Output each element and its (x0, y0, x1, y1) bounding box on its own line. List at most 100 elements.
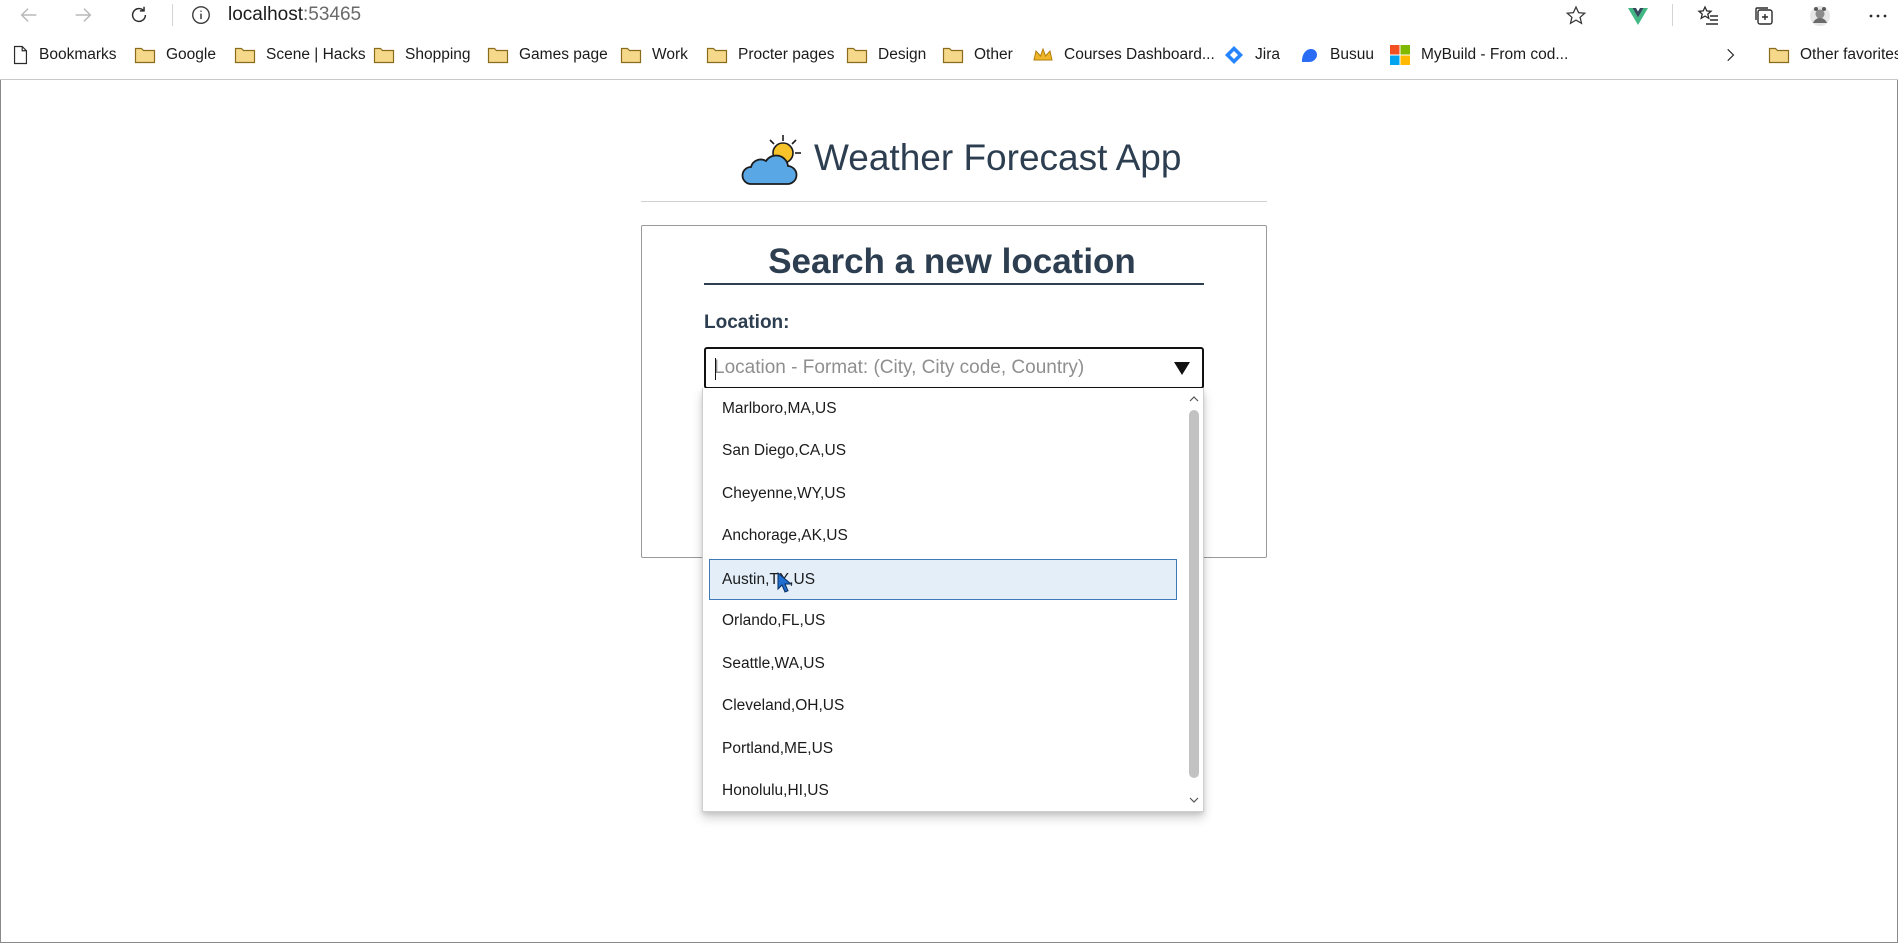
app-header: Weather Forecast App (641, 126, 1267, 202)
option-label: Orlando,FL,US (722, 611, 826, 629)
scroll-up-button[interactable] (1186, 391, 1202, 405)
bookmark-label: Other (974, 46, 1013, 63)
microsoft-icon (1390, 45, 1410, 65)
option-label: Portland,ME,US (722, 739, 834, 757)
folder-icon (134, 47, 156, 64)
suggestion-option[interactable]: Cleveland,OH,US (709, 685, 1177, 726)
bookmark-label: Design (878, 46, 927, 63)
folder-icon (942, 47, 964, 64)
bookmark-bookmarks[interactable]: Bookmarks (12, 44, 117, 66)
bookmark-other[interactable]: Other (942, 44, 1013, 66)
info-icon[interactable] (190, 4, 212, 26)
more-dots-icon (1869, 14, 1887, 18)
forward-arrow-icon (75, 8, 92, 22)
suggestion-option[interactable]: Portland,ME,US (709, 728, 1177, 769)
mouse-pointer-icon (777, 572, 793, 593)
folder-icon (620, 47, 642, 64)
bookmark-procter-pages[interactable]: Procter pages (706, 44, 835, 66)
suggestion-option[interactable]: Cheyenne,WY,US (709, 473, 1177, 514)
bookmark-design[interactable]: Design (846, 44, 926, 66)
forward-button[interactable] (70, 2, 96, 28)
suggestion-option[interactable]: Seattle,WA,US (709, 643, 1177, 684)
location-combobox[interactable] (704, 347, 1204, 389)
bookmark-label: Procter pages (738, 46, 835, 63)
collections-icon (1755, 7, 1773, 25)
option-label: San Diego,CA,US (722, 441, 847, 459)
bookmark-label: Work (652, 46, 688, 63)
bookmark-google[interactable]: Google (134, 44, 216, 66)
toolbar-divider (172, 4, 173, 26)
location-label: Location: (704, 312, 790, 333)
favorite-star-button[interactable] (1562, 2, 1590, 30)
vue-devtools-extension[interactable] (1624, 2, 1652, 30)
location-input[interactable] (714, 349, 1154, 387)
bookmark-label: Jira (1255, 46, 1280, 63)
back-button[interactable] (16, 2, 42, 28)
search-heading: Search a new location (768, 242, 1136, 281)
bookmark-busuu[interactable]: Busuu (1298, 44, 1374, 66)
crown-icon (1033, 47, 1053, 61)
toolbar-divider (1672, 4, 1673, 26)
scrollbar-thumb[interactable] (1189, 410, 1199, 778)
scroll-down-button[interactable] (1186, 793, 1202, 807)
suggestion-option[interactable]: Orlando,FL,US (709, 600, 1177, 641)
page-icon (13, 45, 28, 65)
dropdown-arrow-icon[interactable] (1173, 360, 1191, 376)
profile-button[interactable] (1806, 2, 1834, 30)
bookmark-label: Busuu (1330, 46, 1374, 63)
address-bar[interactable]: localhost:53465 (190, 0, 361, 30)
bookmark-shopping[interactable]: Shopping (373, 44, 471, 66)
bookmark-games-page[interactable]: Games page (487, 44, 608, 66)
star-icon (1565, 5, 1587, 25)
back-arrow-icon (20, 8, 37, 22)
chevron-down-icon (1189, 797, 1199, 803)
suggestion-option[interactable]: Honolulu,HI,US (709, 770, 1177, 811)
bookmark-label: Google (166, 46, 216, 63)
folder-icon (373, 47, 395, 64)
bookmark-mybuild[interactable]: MyBuild - From cod... (1389, 44, 1568, 66)
bookmark-label: Games page (519, 46, 608, 63)
header-divider (641, 201, 1267, 202)
bookmark-label: Scene | Hacks (266, 46, 366, 63)
heading-underline (704, 283, 1204, 285)
vue-icon (1628, 8, 1648, 25)
bookmark-label: MyBuild - From cod... (1421, 46, 1569, 63)
favorites-button[interactable] (1694, 2, 1722, 30)
favorites-list-icon (1697, 5, 1718, 25)
url-host: localhost (228, 4, 303, 25)
folder-icon (1768, 47, 1790, 64)
bookmark-label: Courses Dashboard... (1064, 46, 1215, 63)
refresh-icon (131, 6, 147, 23)
bookmark-jira[interactable]: Jira (1223, 44, 1280, 66)
app-title: Weather Forecast App (814, 137, 1182, 178)
bookmarks-overflow-button[interactable] (1722, 44, 1750, 66)
collections-button[interactable] (1750, 2, 1778, 30)
suggestion-option[interactable]: Anchorage,AK,US (709, 515, 1177, 556)
option-label: Anchorage,AK,US (722, 526, 848, 544)
bookmark-work[interactable]: Work (620, 44, 688, 66)
option-label: Cleveland,OH,US (722, 696, 845, 714)
suggestions-dropdown: Marlboro,MA,US San Diego,CA,US Cheyenne,… (702, 388, 1204, 812)
text-caret (715, 358, 716, 380)
folder-icon (846, 47, 868, 64)
option-label: Austin,TX,US (722, 570, 816, 588)
suggestion-option[interactable]: San Diego,CA,US (709, 430, 1177, 471)
option-label: Cheyenne,WY,US (722, 484, 846, 502)
option-label: Honolulu,HI,US (722, 781, 829, 799)
browser-toolbar: localhost:53465 (0, 0, 1898, 30)
settings-more-button[interactable] (1864, 2, 1892, 30)
folder-icon (234, 47, 256, 64)
bookmark-scene-hacks[interactable]: Scene | Hacks (234, 44, 366, 66)
url-text[interactable]: localhost:53465 (228, 4, 361, 26)
jira-icon (1225, 46, 1243, 64)
refresh-button[interactable] (126, 2, 152, 28)
bookmark-label: Other favorites (1800, 46, 1898, 63)
bookmark-other-favorites[interactable]: Other favorites (1768, 44, 1898, 66)
bookmark-courses-dashboard[interactable]: Courses Dashboard... (1032, 44, 1215, 66)
folder-icon (706, 47, 728, 64)
bookmark-label: Shopping (405, 46, 471, 63)
busuu-icon (1302, 49, 1317, 62)
suggestion-option[interactable]: Marlboro,MA,US (709, 388, 1177, 429)
option-label: Marlboro,MA,US (722, 399, 837, 417)
partly-cloudy-icon (741, 135, 801, 185)
